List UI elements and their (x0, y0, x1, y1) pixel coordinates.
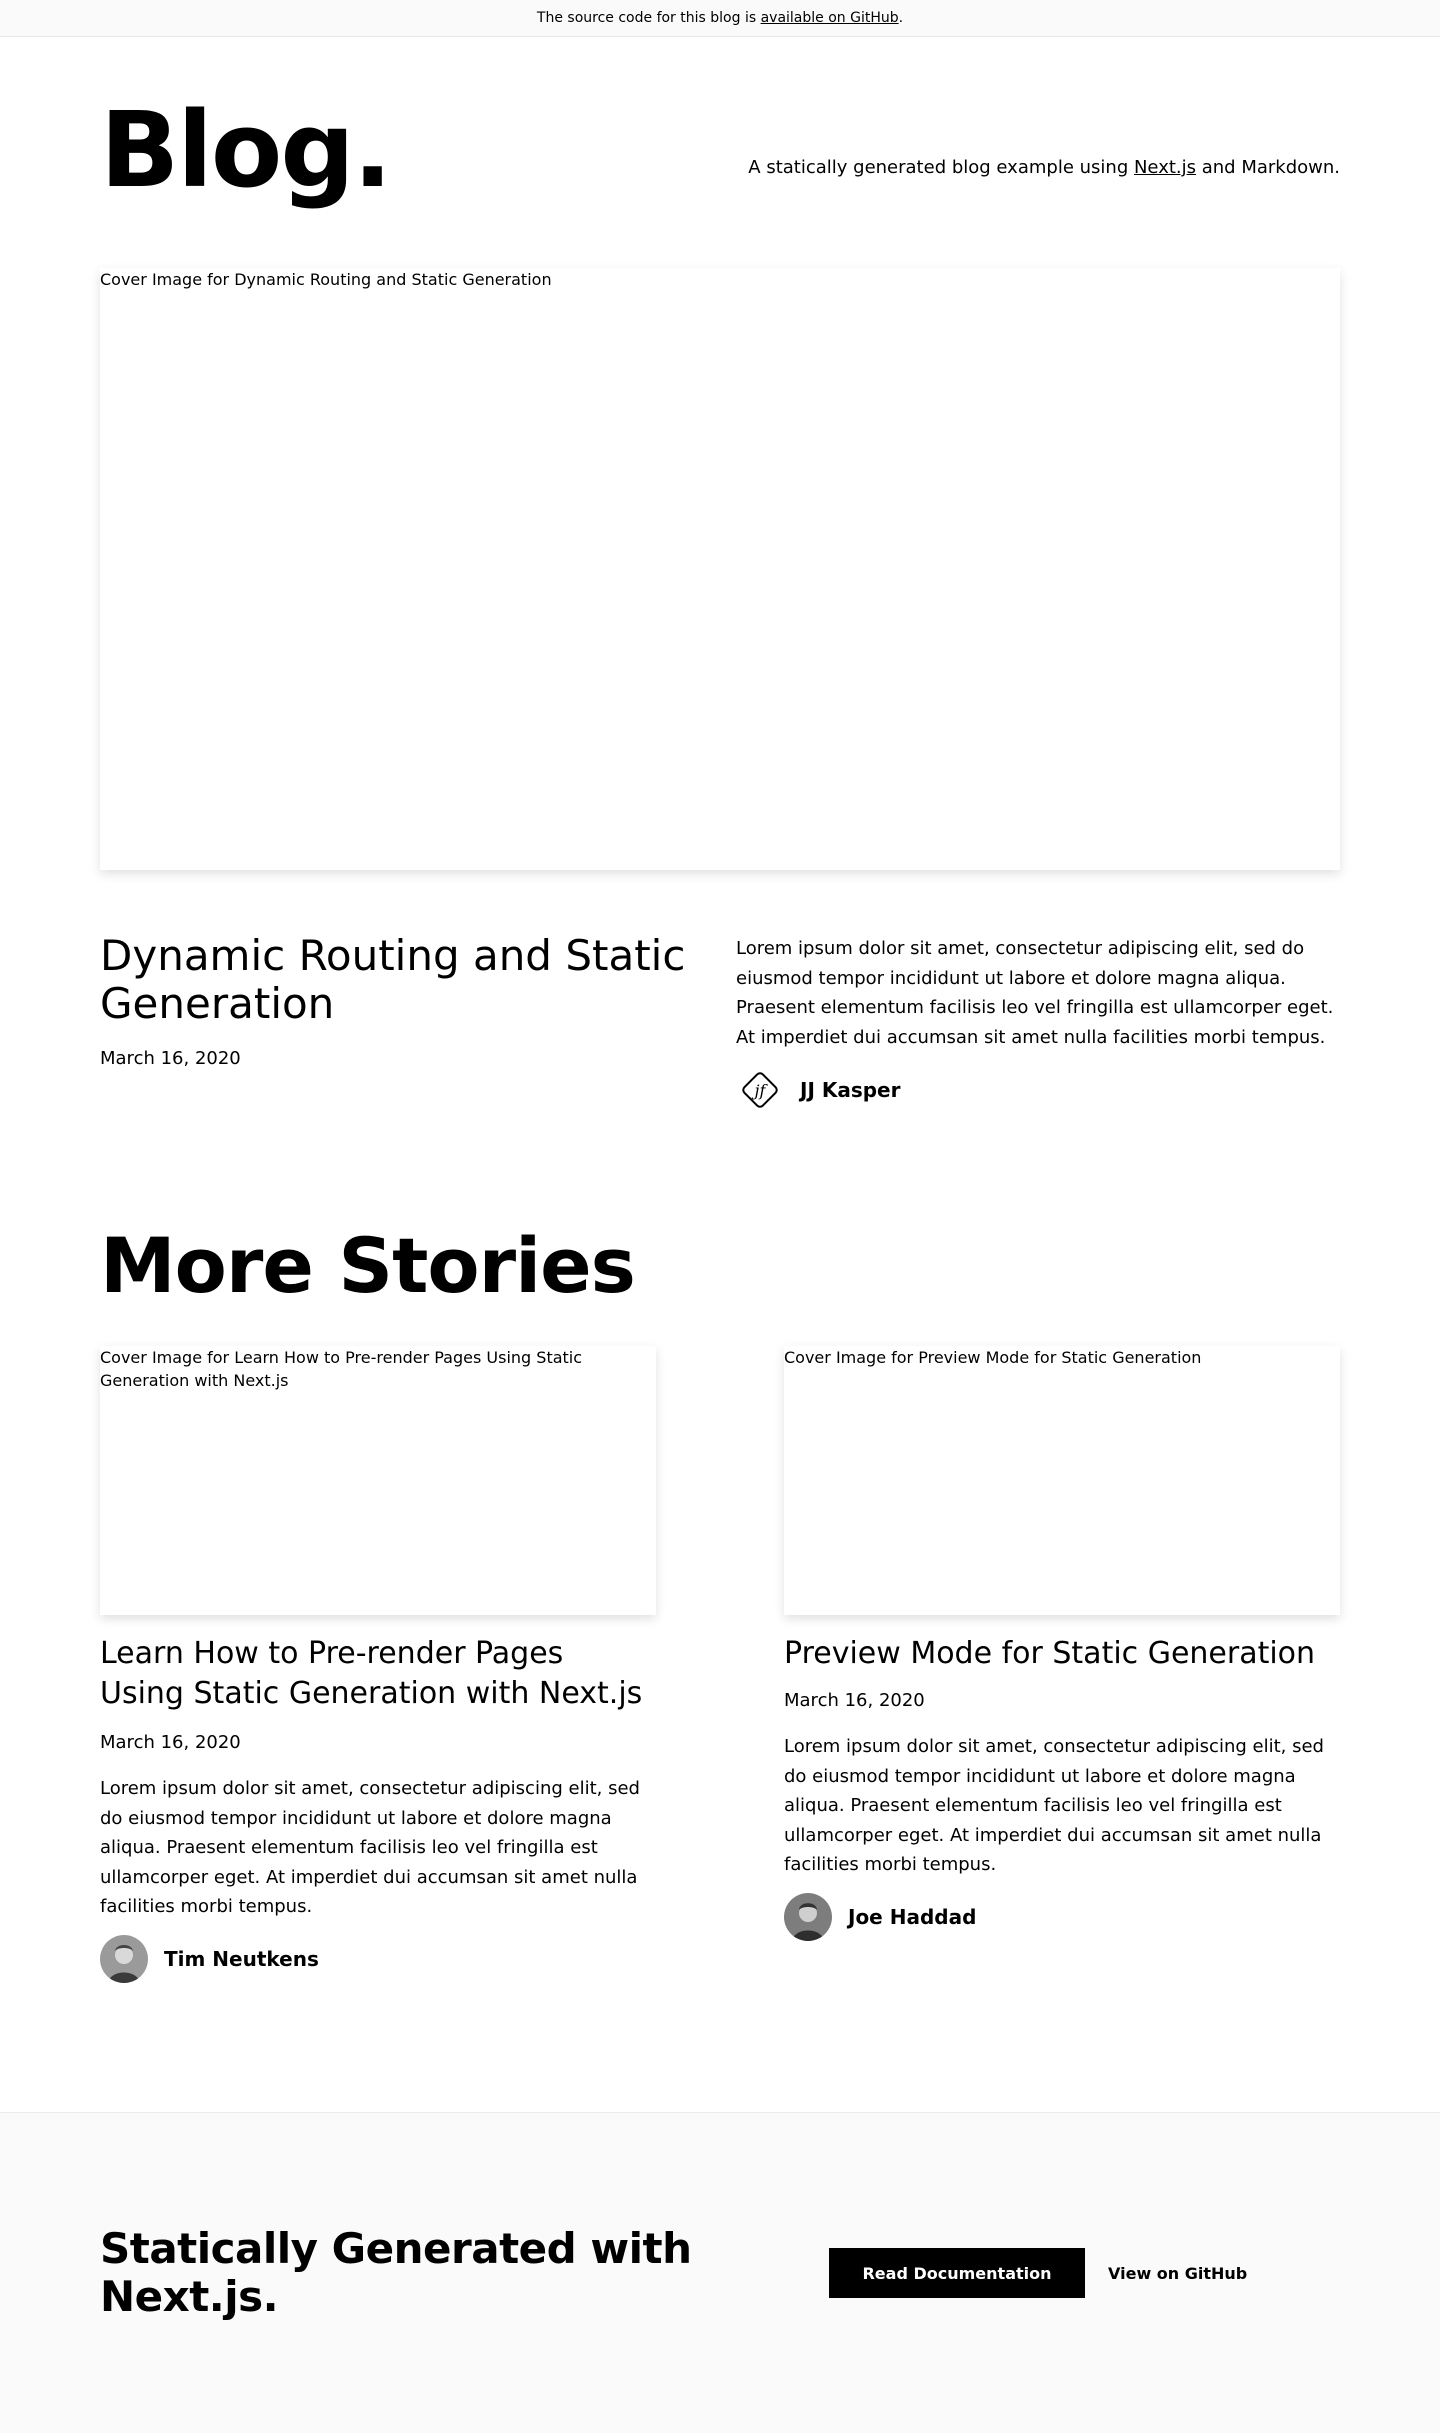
jj-kasper-logo-icon: jf (742, 1072, 778, 1108)
footer: Statically Generated with Next.js. Read … (0, 2112, 1440, 2433)
hero-author: jf JJ Kasper (736, 1066, 901, 1114)
hero-post-excerpt: Lorem ipsum dolor sit amet, consectetur … (736, 938, 1334, 1048)
post-author: Joe Haddad (784, 1893, 976, 1941)
alert-bar: The source code for this blog is availab… (0, 0, 1440, 37)
github-source-link[interactable]: available on GitHub (761, 10, 899, 26)
post-link[interactable]: Learn How to Pre-render Pages Using Stat… (100, 1636, 642, 1711)
post-excerpt: Lorem ipsum dolor sit amet, consectetur … (100, 1778, 640, 1917)
author-name: Joe Haddad (848, 1905, 977, 1929)
alert-text: The source code for this blog is (536, 10, 761, 26)
post-cover-image[interactable]: Cover Image for Learn How to Pre-render … (100, 1346, 656, 1615)
hero-post-link[interactable]: Dynamic Routing and Static Generation (100, 931, 685, 1028)
post-cover-alt: Cover Image for Learn How to Pre-render … (100, 1348, 583, 1390)
avatar: jf (736, 1066, 784, 1114)
nextjs-link[interactable]: Next.js (1134, 157, 1196, 178)
author-name: Tim Neutkens (164, 1947, 319, 1971)
svg-text:jf: jf (752, 1081, 769, 1100)
tim-neutkens-avatar-icon (100, 1935, 148, 1983)
alert-suffix: . (898, 10, 904, 26)
post-link[interactable]: Preview Mode for Static Generation (784, 1636, 1315, 1671)
post-excerpt: Lorem ipsum dolor sit amet, consectetur … (784, 1736, 1324, 1875)
post-author: Tim Neutkens (100, 1935, 319, 1983)
post-date: March 16, 2020 (784, 1690, 925, 1711)
hero-post-date: March 16, 2020 (100, 1048, 241, 1069)
post-title[interactable]: Learn How to Pre-render Pages Using Stat… (100, 1634, 656, 1714)
intro-text: A statically generated blog example usin… (748, 157, 1134, 178)
avatar (784, 1893, 832, 1941)
author-name: JJ Kasper (800, 1078, 901, 1102)
site-title: Blog. (100, 89, 392, 211)
more-stories-heading: More Stories (100, 1221, 636, 1310)
site-intro: A statically generated blog example usin… (748, 157, 1340, 178)
post-cover-image[interactable]: Cover Image for Preview Mode for Static … (784, 1346, 1340, 1615)
post-title[interactable]: Preview Mode for Static Generation (784, 1634, 1340, 1674)
hero-cover-image[interactable]: Cover Image for Dynamic Routing and Stat… (100, 268, 1340, 870)
intro-suffix: and Markdown. (1196, 157, 1340, 178)
post-date: March 16, 2020 (100, 1732, 241, 1753)
read-documentation-button[interactable]: Read Documentation (829, 2248, 1085, 2298)
footer-title: Statically Generated with Next.js. (100, 2224, 692, 2321)
hero-cover-alt: Cover Image for Dynamic Routing and Stat… (100, 270, 552, 289)
view-on-github-link[interactable]: View on GitHub (1108, 2248, 1247, 2298)
post-cover-alt: Cover Image for Preview Mode for Static … (784, 1348, 1202, 1367)
joe-haddad-avatar-icon (784, 1893, 832, 1941)
hero-post-title[interactable]: Dynamic Routing and Static Generation (100, 932, 700, 1028)
avatar (100, 1935, 148, 1983)
